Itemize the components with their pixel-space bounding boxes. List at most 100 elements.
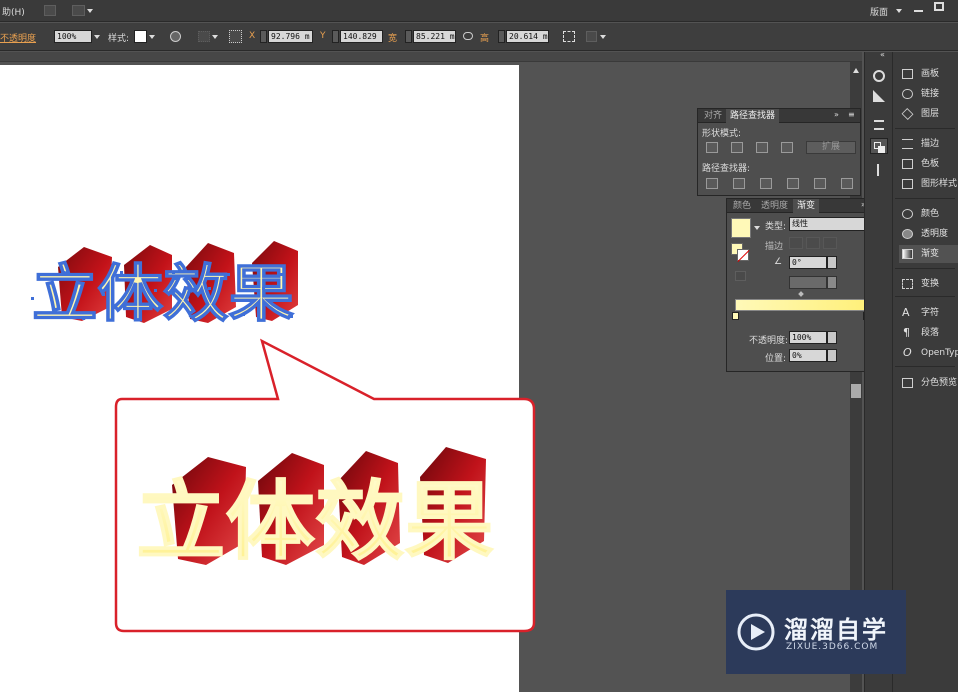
height-spinner[interactable]	[498, 30, 505, 43]
y-field[interactable]: 140.829	[340, 30, 383, 43]
pathfinder-panel: 对齐 路径查找器 » ≡ 形状模式: 扩展 路径查找器:	[697, 108, 861, 196]
maximize-icon[interactable]	[934, 2, 944, 11]
arrange-documents-icon[interactable]	[72, 5, 85, 16]
panel-item-swatches[interactable]: 色板	[899, 155, 958, 173]
reverse-gradient-icon[interactable]	[735, 271, 746, 281]
chevron-down-icon[interactable]	[87, 9, 93, 13]
recolor-icon[interactable]	[170, 31, 181, 42]
symbols-icon[interactable]	[877, 164, 879, 176]
menu-bar: 助(H) 版面	[0, 0, 958, 22]
panel-item-character[interactable]: A 字符	[899, 304, 958, 322]
pathfinder-icon[interactable]	[870, 138, 888, 154]
stroke-swatch[interactable]	[737, 249, 750, 263]
transform-icon[interactable]	[563, 31, 575, 42]
unite-icon[interactable]	[706, 142, 718, 153]
merge-icon[interactable]	[760, 178, 772, 189]
minus-front-icon[interactable]	[731, 142, 743, 153]
intersect-icon[interactable]	[756, 142, 768, 153]
panel-item-graphic-styles[interactable]: 图形样式	[899, 175, 958, 193]
panel-item-links[interactable]: 链接	[899, 85, 958, 103]
angle-dropdown[interactable]	[827, 256, 837, 269]
height-field[interactable]: 20.614 m	[506, 30, 549, 43]
align-options-chevron-icon[interactable]	[212, 35, 218, 39]
angle-icon: ∠	[774, 257, 783, 267]
shape-modes-label: 形状模式:	[702, 129, 742, 139]
location-dropdown[interactable]	[827, 349, 837, 362]
tab-transparency[interactable]: 透明度	[757, 199, 792, 213]
bridge-icon[interactable]	[44, 5, 56, 16]
width-field[interactable]: 85.221 m	[413, 30, 456, 43]
stroke-icon	[902, 139, 913, 149]
midpoint-diamond[interactable]	[798, 291, 804, 297]
tab-pathfinder[interactable]: 路径查找器	[726, 109, 780, 123]
minimize-icon[interactable]	[914, 10, 923, 12]
align-icon[interactable]	[874, 120, 884, 130]
stroke-label: 描边	[765, 242, 784, 252]
opacity-field[interactable]: 100%	[54, 30, 92, 43]
graphic-styles-icon	[902, 179, 913, 189]
minus-back-icon[interactable]	[841, 178, 853, 189]
stroke-along-icon	[806, 237, 820, 249]
collapse-panel-icon[interactable]: »	[834, 110, 839, 119]
appearance-icon[interactable]	[873, 90, 885, 102]
panel-item-stroke[interactable]: 描边	[899, 135, 958, 153]
panel-item-layers[interactable]: 图层	[899, 105, 958, 123]
panel-item-color[interactable]: 颜色	[899, 205, 958, 223]
panel-item-transparency[interactable]: 透明度	[899, 225, 958, 243]
large-3d-text-artwork: 立体效果	[136, 447, 495, 573]
selected-3d-text-artwork[interactable]: 立体效果	[22, 237, 302, 333]
style-swatch[interactable]	[134, 30, 147, 43]
width-spinner[interactable]	[405, 30, 412, 43]
tab-align[interactable]: 对齐	[700, 109, 726, 123]
stop-opacity-field[interactable]: 100%	[789, 331, 827, 344]
panel-menu-icon[interactable]: ≡	[848, 110, 855, 119]
align-options-icon[interactable]	[198, 31, 210, 42]
reference-point-icon[interactable]	[229, 30, 242, 43]
tab-color[interactable]: 颜色	[729, 199, 755, 213]
gradient-stop-start[interactable]	[732, 312, 739, 320]
divide-icon[interactable]	[706, 178, 718, 189]
exclude-icon[interactable]	[781, 142, 793, 153]
expand-dock-icon[interactable]: «	[880, 50, 885, 59]
character-icon: A	[902, 306, 910, 319]
panel-divider-4	[895, 296, 955, 297]
workspace-chevron-icon[interactable]	[896, 9, 902, 13]
watermark-logo: 溜溜自学 ZIXUE.3D66.COM	[726, 590, 906, 674]
location-field[interactable]: 0%	[789, 349, 827, 362]
expand-button[interactable]: 扩展	[806, 141, 856, 154]
angle-field[interactable]: 0°	[789, 256, 827, 269]
isolate-chevron-icon[interactable]	[600, 35, 606, 39]
scroll-thumb[interactable]	[851, 384, 861, 398]
trim-icon[interactable]	[733, 178, 745, 189]
gradient-thumbnail[interactable]	[731, 218, 751, 238]
x-spinner[interactable]	[260, 30, 267, 43]
control-bar: 不透明度 100% 样式: X 92.796 m Y 140.829 宽 85.…	[0, 23, 958, 51]
menu-help[interactable]: 助(H)	[2, 5, 25, 18]
panel-item-transform[interactable]: 变换	[899, 275, 958, 293]
panel-item-opentype[interactable]: O OpenTyp	[899, 344, 958, 362]
workspace-switcher[interactable]: 版面	[870, 5, 888, 18]
style-dropdown-icon[interactable]	[149, 35, 155, 39]
crop-icon[interactable]	[787, 178, 799, 189]
panel-item-paragraph[interactable]: ¶ 段落	[899, 324, 958, 342]
gradient-ramp[interactable]	[735, 299, 867, 311]
isolate-icon[interactable]	[586, 31, 597, 42]
panel-item-gradient[interactable]: 渐变	[899, 245, 958, 263]
stop-opacity-dropdown[interactable]	[827, 331, 837, 344]
opacity-label[interactable]: 不透明度	[0, 31, 36, 44]
brightness-icon[interactable]	[873, 70, 885, 82]
gradient-thumbnail-chevron-icon[interactable]	[754, 226, 760, 230]
constrain-proportions-icon[interactable]	[463, 32, 473, 40]
panel-item-artboards[interactable]: 画板	[899, 65, 958, 83]
outline-icon[interactable]	[814, 178, 826, 189]
x-label: X	[249, 31, 256, 41]
y-spinner[interactable]	[332, 30, 339, 43]
x-field[interactable]: 92.796 m	[268, 30, 313, 43]
aspect-ratio-field	[789, 276, 827, 289]
panel-item-separations[interactable]: 分色预览	[899, 374, 958, 392]
opacity-dropdown-icon[interactable]	[94, 35, 100, 39]
artboard[interactable]: 立体效果 立体效果	[0, 65, 536, 692]
scroll-up-icon[interactable]	[853, 68, 859, 73]
panel-divider-5	[895, 366, 955, 367]
tab-gradient[interactable]: 渐变	[793, 199, 820, 213]
